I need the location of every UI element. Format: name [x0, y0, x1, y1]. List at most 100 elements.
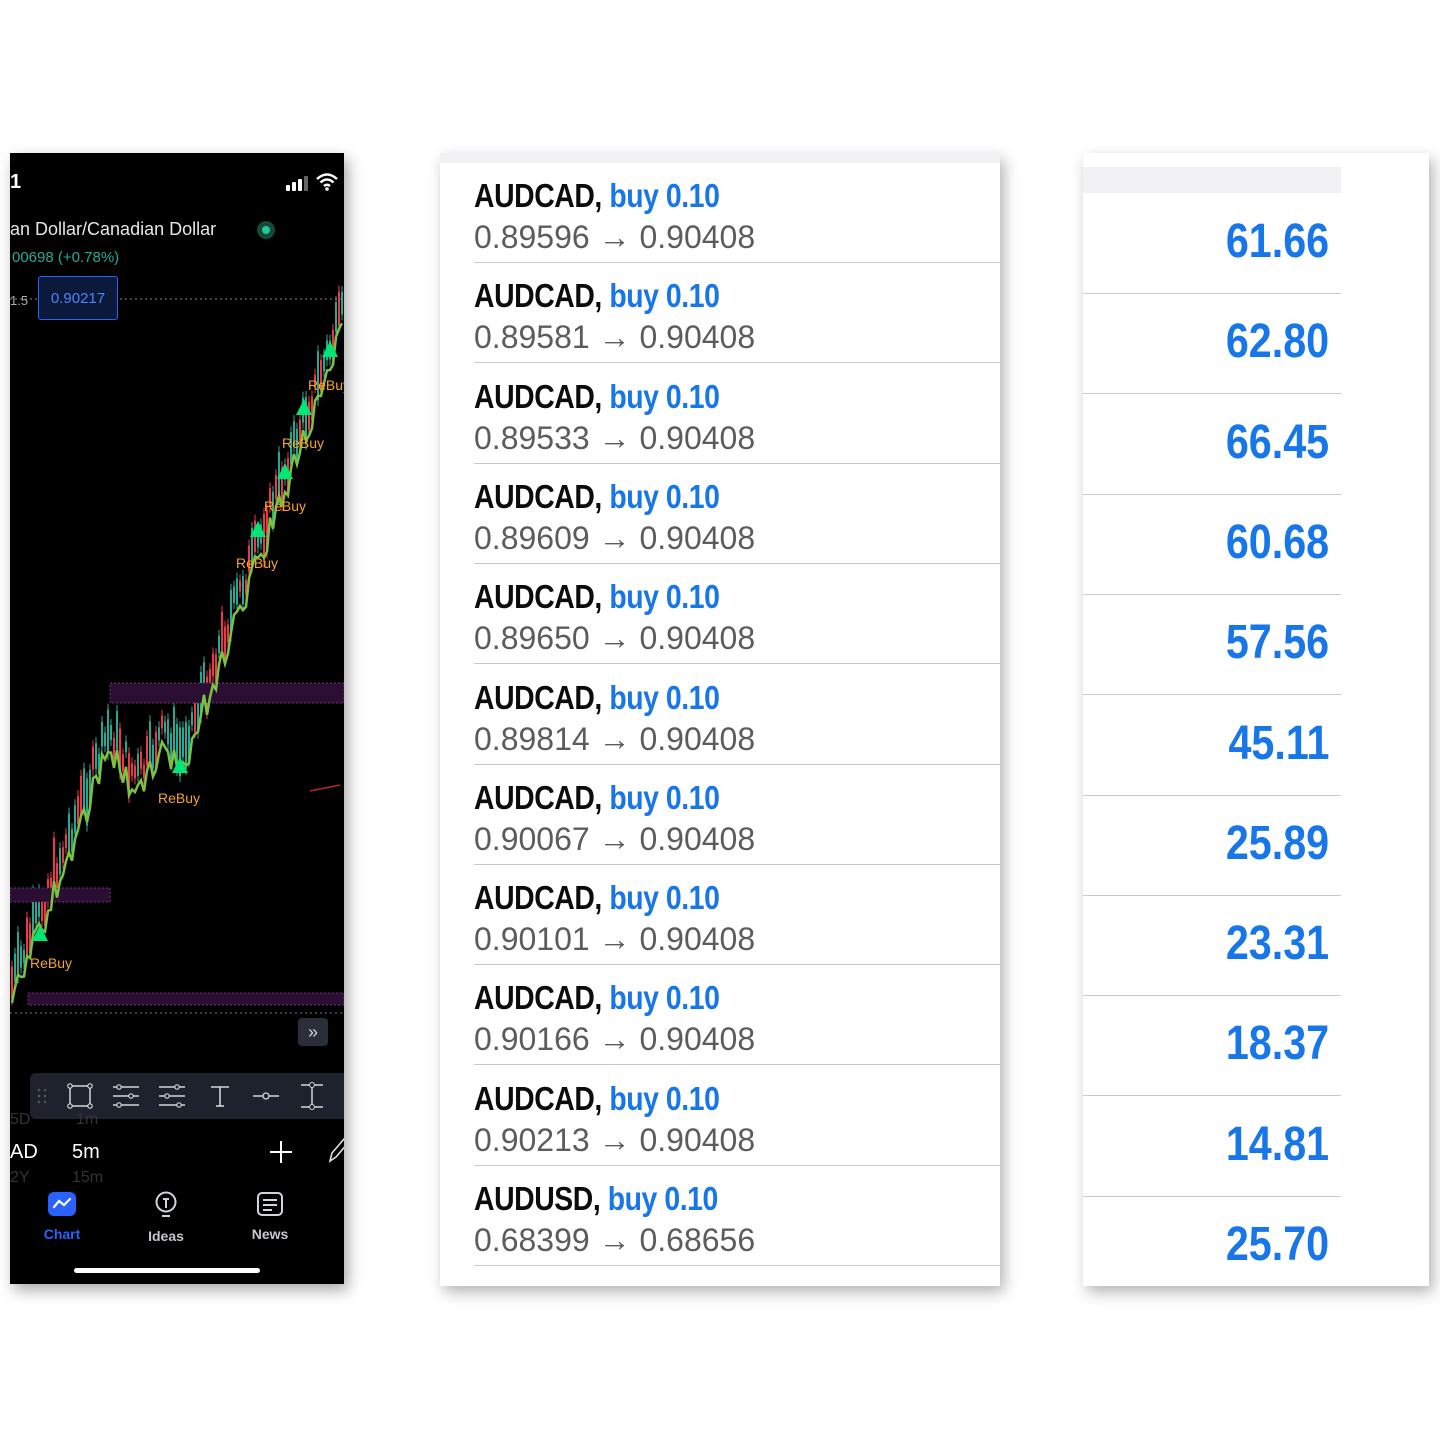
trade-prices: 0.89650 → 0.90408 — [474, 620, 755, 657]
profit-row[interactable]: 66.45 — [1083, 395, 1341, 495]
candle-body — [14, 953, 16, 982]
drag-handle-icon[interactable] — [32, 1073, 52, 1119]
trade-title: AUDCAD, buy 0.10 — [474, 578, 720, 616]
arrow-right-icon: → — [598, 1021, 631, 1058]
candle-body — [275, 475, 277, 500]
trade-prices: 0.89596 → 0.90408 — [474, 219, 755, 256]
symbol-short-button[interactable]: AD — [10, 1141, 38, 1164]
trade-direction-volume: buy 0.10 — [609, 377, 720, 415]
pencil-icon[interactable] — [326, 1137, 344, 1165]
scroll-to-latest-button[interactable]: » — [298, 1018, 328, 1046]
profit-value: 23.31 — [1225, 917, 1329, 971]
trade-title: AUDCAD, buy 0.10 — [474, 277, 720, 315]
nav-item-news[interactable]: News — [230, 1191, 310, 1242]
horizontal-line-tool-icon[interactable] — [246, 1073, 286, 1119]
arrow-right-icon: → — [598, 219, 631, 255]
trade-prices: 0.90166 → 0.90408 — [474, 1021, 755, 1058]
trade-symbol: AUDCAD, — [474, 979, 602, 1017]
fib-extension-tool-icon[interactable] — [152, 1073, 192, 1119]
trade-symbol: AUDCAD, — [474, 879, 602, 917]
profit-row[interactable]: 60.68 — [1083, 495, 1341, 595]
market-open-indicator-icon — [257, 221, 275, 239]
timeframe-option[interactable]: 1m — [76, 1111, 98, 1129]
profit-list: 61.66 62.80 66.45 60.68 57.56 45.11 25.89 23.31… — [1083, 153, 1429, 1286]
trade-row[interactable]: AUDCAD, buy 0.10 0.89581 → 0.90408 — [474, 263, 1000, 364]
profit-row[interactable]: 62.80 — [1083, 294, 1341, 395]
candle-body — [218, 635, 220, 654]
profit-row[interactable]: 61.66 — [1083, 194, 1341, 294]
signal-label: ReBuy — [264, 498, 306, 514]
trade-row[interactable]: AUDCAD, buy 0.10 0.89650 → 0.90408 — [474, 564, 1000, 665]
price-range-tool-icon[interactable] — [292, 1073, 332, 1119]
close-price: 0.68656 — [639, 1222, 756, 1258]
candle-body — [161, 715, 163, 729]
trade-direction-volume: buy 0.10 — [609, 979, 720, 1017]
support-zone — [10, 887, 111, 903]
candle-body — [158, 727, 160, 741]
wifi-icon — [316, 173, 338, 191]
trade-direction-volume: buy 0.10 — [609, 578, 720, 616]
profit-row[interactable]: 45.11 — [1083, 696, 1341, 796]
open-price: 0.89609 — [474, 519, 590, 556]
candle-body — [146, 736, 148, 766]
profit-row[interactable]: 25.89 — [1083, 796, 1341, 896]
candle-body — [59, 848, 61, 875]
nav-item-ideas[interactable]: Ideas — [126, 1191, 206, 1244]
text-tool-icon[interactable] — [200, 1073, 240, 1119]
candle-body — [338, 291, 340, 327]
arrow-right-icon: → — [598, 720, 631, 757]
trade-row[interactable]: AUDCAD, buy 0.10 0.90166 → 0.90408 — [474, 965, 1000, 1066]
close-price: 0.90408 — [639, 219, 756, 255]
trade-direction-volume: buy 0.10 — [609, 778, 720, 816]
candle-body — [233, 586, 235, 604]
profit-row[interactable]: 57.56 — [1083, 595, 1341, 696]
timeframe-button[interactable]: 5m — [72, 1141, 100, 1164]
trade-row[interactable]: AUDCAD, buy 0.10 0.90213 → 0.90408 — [474, 1066, 1000, 1166]
profit-value: 18.37 — [1225, 1017, 1329, 1071]
candle-body — [185, 722, 187, 769]
arrow-right-icon: → — [598, 419, 631, 456]
close-price: 0.90408 — [639, 419, 756, 456]
trade-row[interactable]: AUDCAD, buy 0.10 0.89814 → 0.90408 — [474, 665, 1000, 765]
trade-title: AUDCAD, buy 0.10 — [474, 377, 720, 416]
trade-prices: 0.89581 → 0.90408 — [474, 319, 755, 356]
trade-row[interactable]: AUDCAD, buy 0.10 0.89533 → 0.90408 — [474, 364, 1000, 464]
timeframe-option[interactable]: 5D — [10, 1111, 30, 1129]
signal-label: ReBuy — [158, 790, 200, 806]
trade-title: AUDCAD, buy 0.10 — [474, 679, 720, 717]
trade-prices: 0.90101 → 0.90408 — [474, 921, 755, 958]
timeframe-row: 5D AD 2Y 1m 5m 15m — [10, 1111, 344, 1186]
close-price: 0.90408 — [639, 921, 756, 958]
candle-body — [20, 946, 22, 968]
candle-body — [134, 765, 136, 779]
trade-direction-volume: buy 0.10 — [609, 477, 720, 515]
nav-item-chart[interactable]: Chart — [22, 1191, 102, 1242]
trade-symbol: AUDCAD, — [474, 778, 602, 816]
candle-body — [68, 813, 70, 851]
symbol-name[interactable]: an Dollar/Canadian Dollar — [10, 219, 216, 240]
lightbulb-icon — [155, 1191, 177, 1217]
trade-row[interactable]: AUDCAD, buy 0.10 0.89609 → 0.90408 — [474, 464, 1000, 564]
profit-row[interactable]: 23.31 — [1083, 896, 1341, 997]
trade-prices: 0.89814 → 0.90408 — [474, 721, 755, 758]
trade-row[interactable]: AUDCAD, buy 0.10 0.90101 → 0.90408 — [474, 865, 1000, 966]
plus-icon[interactable] — [268, 1139, 294, 1165]
candle-body — [125, 741, 127, 753]
candle-body — [74, 805, 76, 833]
candle-body — [341, 292, 343, 315]
candle-body — [107, 709, 109, 755]
profit-row[interactable]: 18.37 — [1083, 996, 1341, 1097]
candle-body — [83, 768, 85, 810]
trade-row[interactable]: AUDUSD, buy 0.10 0.68399 → 0.68656 — [474, 1166, 1000, 1266]
trade-row[interactable]: AUDCAD, buy 0.10 0.90067 → 0.90408 — [474, 765, 1000, 865]
list-header-strip — [1083, 167, 1341, 193]
trade-row[interactable]: AUDCAD, buy 0.10 0.89596 → 0.90408 — [474, 163, 1000, 263]
candle-body — [23, 949, 25, 964]
trade-title: AUDCAD, buy 0.10 — [474, 477, 720, 516]
candle-body — [116, 710, 118, 750]
candle-body — [80, 775, 82, 816]
profit-row[interactable]: 14.81 — [1083, 1097, 1341, 1197]
fib-retracement-tool-icon[interactable] — [106, 1073, 146, 1119]
profit-row[interactable]: 25.70 — [1083, 1197, 1341, 1286]
candle-body — [173, 706, 175, 753]
